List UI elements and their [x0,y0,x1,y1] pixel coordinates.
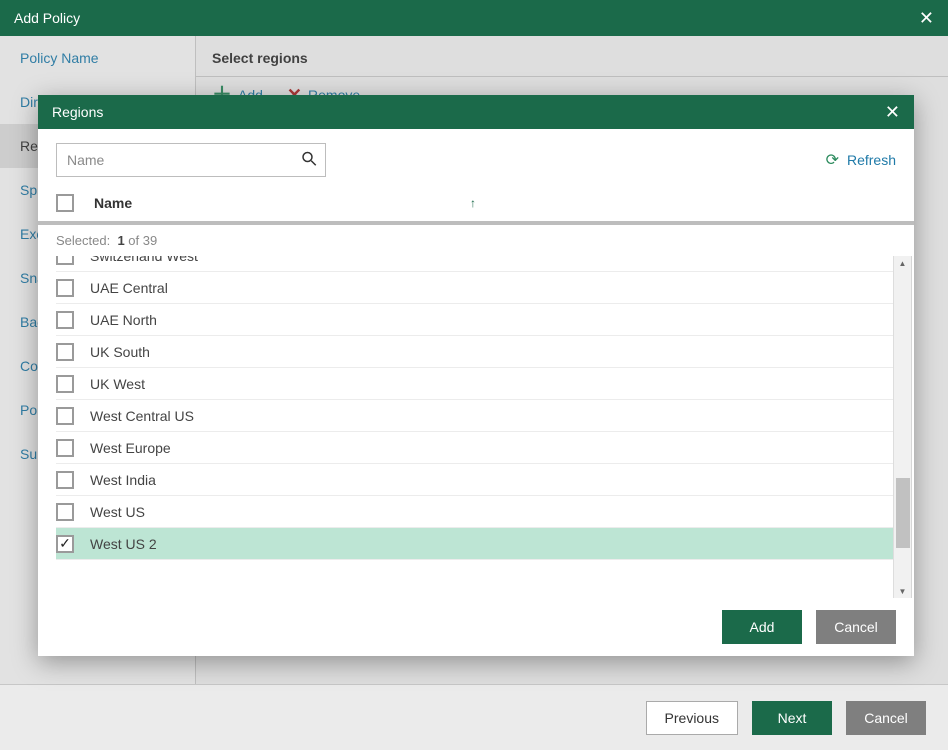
region-row[interactable]: West India [56,464,893,496]
regions-footer: Add Cancel [38,598,914,656]
region-checkbox[interactable]: ✓ [56,535,74,553]
region-row[interactable]: UAE Central [56,272,893,304]
region-row[interactable]: UAE North [56,304,893,336]
selection-summary: Selected: 1 of 39 [38,225,914,256]
refresh-button[interactable]: ⟳ Refresh [826,150,896,170]
previous-button[interactable]: Previous [646,701,738,735]
regions-close-icon[interactable]: ✕ [885,102,900,123]
region-name: UAE Central [90,280,168,296]
scroll-down-icon[interactable]: ▼ [894,584,911,598]
region-row[interactable]: ✓ West US 2 [56,528,893,560]
cancel-button[interactable]: Cancel [846,701,926,735]
close-icon[interactable]: ✕ [919,8,934,29]
region-list: Switzerland West UAE Central UAE North U… [56,256,912,598]
region-checkbox[interactable] [56,439,74,457]
scrollbar-thumb[interactable] [896,478,910,548]
region-name: Switzerland West [90,256,198,264]
region-name: West Europe [90,440,171,456]
regions-top-bar: ⟳ Refresh [38,129,914,185]
sort-ascending-icon[interactable]: ↑ [470,196,476,210]
region-name: UAE North [90,312,157,328]
regions-add-button[interactable]: Add [722,610,802,644]
add-policy-footer: Previous Next Cancel [0,684,948,750]
selected-label: Selected: [56,233,110,248]
regions-cancel-button[interactable]: Cancel [816,610,896,644]
region-checkbox[interactable] [56,343,74,361]
region-row[interactable]: UK West [56,368,893,400]
regions-title: Regions [52,104,103,120]
refresh-label: Refresh [847,152,896,168]
select-all-checkbox[interactable] [56,194,74,212]
region-name: UK West [90,376,145,392]
region-checkbox[interactable] [56,503,74,521]
region-checkbox[interactable] [56,311,74,329]
next-button[interactable]: Next [752,701,832,735]
region-name: West US 2 [90,536,157,552]
region-checkbox[interactable] [56,471,74,489]
column-header-name[interactable]: Name [94,195,454,211]
region-row[interactable]: West US [56,496,893,528]
region-list-scroll[interactable]: Switzerland West UAE Central UAE North U… [56,256,893,598]
search-input[interactable] [56,143,326,177]
region-row[interactable]: West Europe [56,432,893,464]
scroll-up-icon[interactable]: ▲ [894,256,911,270]
selected-number: 1 [117,233,124,248]
region-name: UK South [90,344,150,360]
region-checkbox[interactable] [56,407,74,425]
region-checkbox[interactable] [56,256,74,265]
region-name: West US [90,504,145,520]
scrollbar[interactable]: ▲ ▼ [893,256,911,598]
add-policy-header: Add Policy ✕ [0,0,948,36]
regions-header: Regions ✕ [38,95,914,129]
region-name: West India [90,472,156,488]
region-checkbox[interactable] [56,279,74,297]
grid-header: Name ↑ [38,185,914,225]
region-checkbox[interactable] [56,375,74,393]
search-field-wrap [56,143,326,177]
add-policy-title: Add Policy [14,10,80,26]
region-row[interactable]: Switzerland West [56,256,893,272]
region-row[interactable]: UK South [56,336,893,368]
selected-total: of 39 [128,233,157,248]
refresh-icon: ⟳ [826,150,839,170]
region-row[interactable]: West Central US [56,400,893,432]
region-name: West Central US [90,408,194,424]
regions-modal: Regions ✕ ⟳ Refresh Name ↑ Selected: 1 o… [38,95,914,656]
